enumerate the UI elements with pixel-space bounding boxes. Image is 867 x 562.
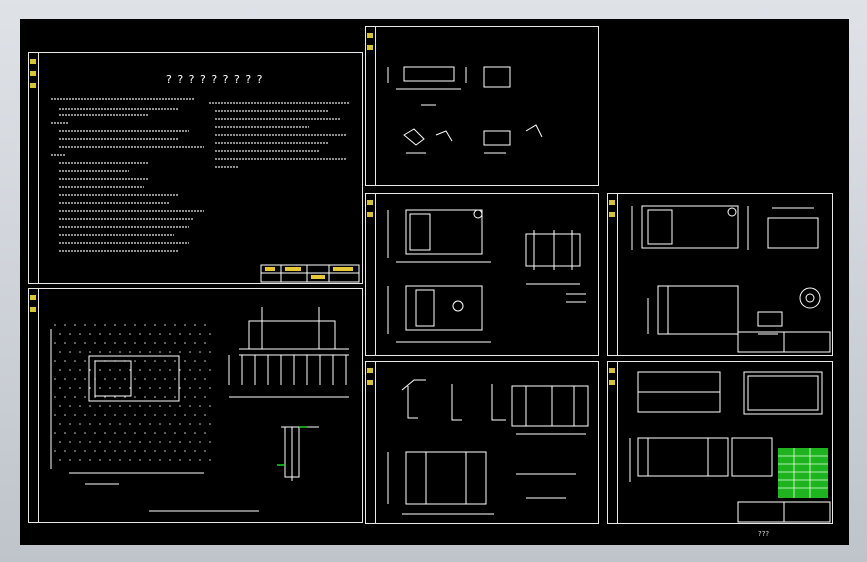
sections-drawing bbox=[387, 379, 589, 515]
notes-text-lines bbox=[51, 98, 360, 283]
sheet-floor-plans[interactable] bbox=[365, 193, 599, 356]
tank-plans-drawing bbox=[629, 371, 831, 523]
sheet-site-plan[interactable]: /* dots generated below */ bbox=[28, 288, 363, 523]
viewer-window: ? ? ? ? ? ? ? ? ? ??? bbox=[0, 0, 867, 562]
floor-plans-drawing bbox=[387, 209, 586, 343]
sheet-tank-plans[interactable] bbox=[607, 361, 833, 524]
sheet-general-notes[interactable]: ? ? ? ? ? ? ? ? ? bbox=[28, 52, 363, 284]
site-plan-drawing: /* dots generated below */ bbox=[50, 307, 349, 512]
drawing-canvas[interactable]: ? ? ? ? ? ? ? ? ? ??? bbox=[20, 19, 849, 545]
sheet-details[interactable] bbox=[365, 26, 599, 186]
canvas-footer-mark: ??? bbox=[758, 530, 770, 538]
details-drawing bbox=[387, 66, 543, 154]
sheet-sections[interactable] bbox=[365, 361, 599, 524]
sheet-equipment[interactable] bbox=[607, 193, 833, 356]
green-schedule-table bbox=[778, 448, 828, 498]
equipment-drawing bbox=[631, 205, 831, 353]
